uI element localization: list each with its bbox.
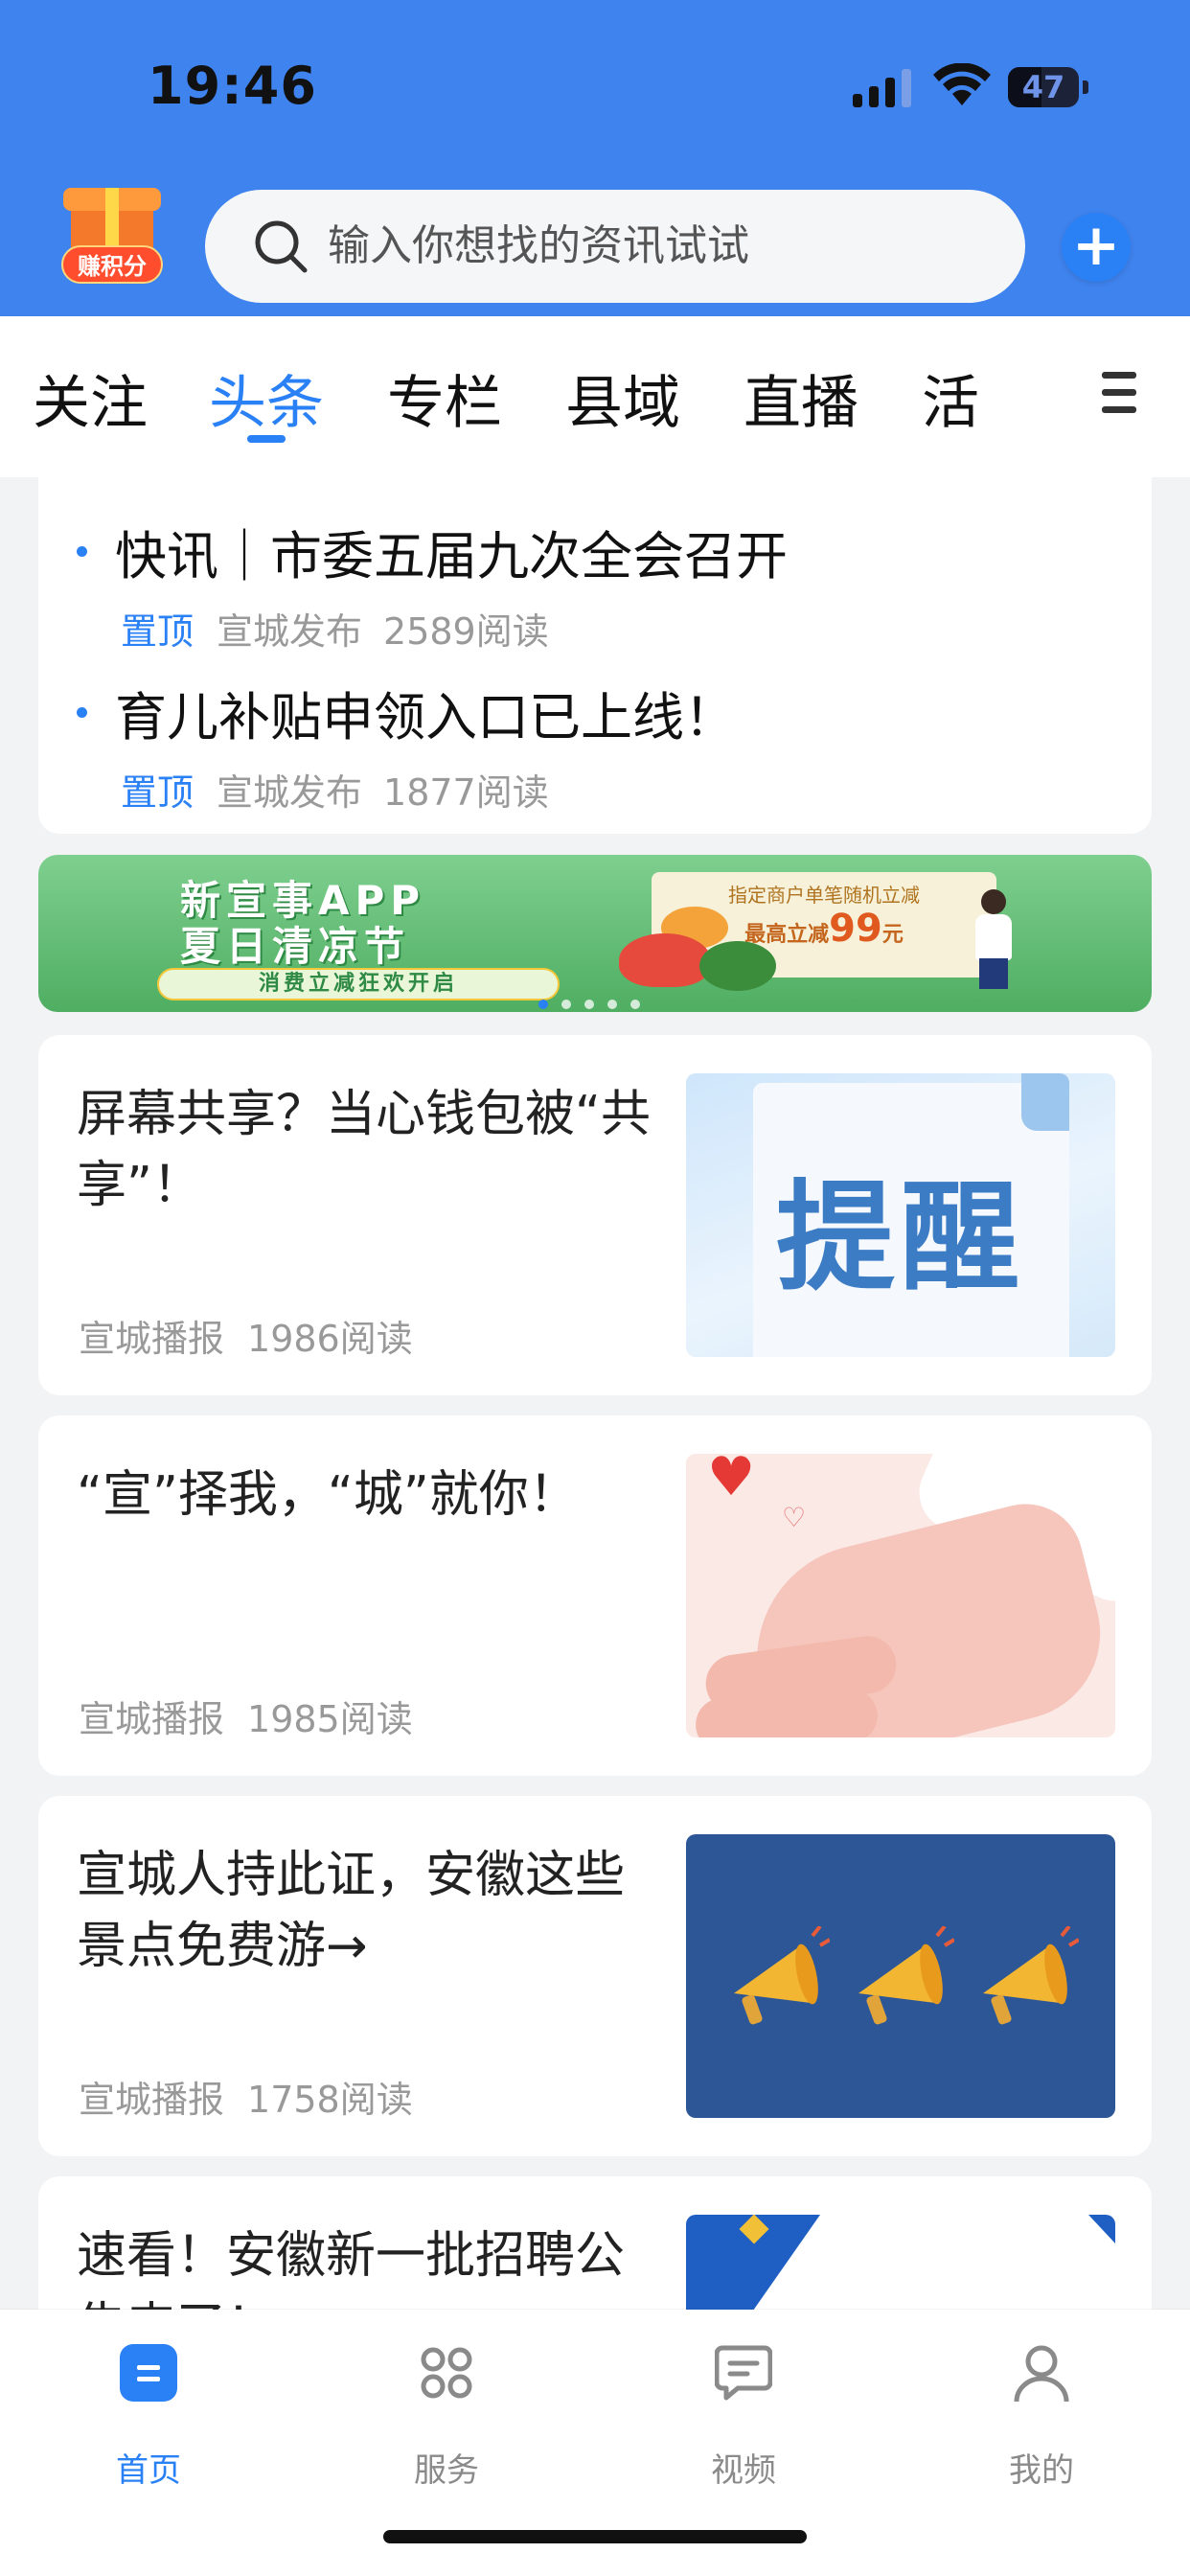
status-time: 19:46	[148, 56, 317, 116]
cellular-signal-icon	[853, 69, 911, 107]
news-card[interactable]: 宣城人持此证，安徽这些景点免费游→ 宣城播报 1758阅读	[38, 1796, 1152, 2156]
news-card[interactable]: “宣”择我，“城”就你！ 宣城播报 1985阅读 ♥ ♡	[38, 1415, 1152, 1776]
bullet-dot	[77, 546, 87, 557]
search-icon	[255, 220, 308, 273]
home-icon	[120, 2344, 177, 2402]
pinned-title: 育儿补贴申领入口已上线！	[115, 687, 736, 748]
tab-follow[interactable]: 关注	[33, 356, 148, 440]
melon-graphic	[699, 941, 776, 991]
video-icon	[715, 2345, 772, 2401]
watermelon-graphic	[619, 933, 711, 987]
add-button[interactable]: +	[1062, 213, 1131, 282]
news-meta: 宣城播报 1986阅读	[79, 1309, 413, 1362]
pinned-news-card: 快讯｜市委五届九次全会召开 置顶 宣城发布 2589阅读 育儿补贴申领入口已上线！ …	[38, 477, 1152, 834]
tabbar-profile[interactable]: 我的	[965, 2338, 1118, 2490]
megaphone-icon	[983, 1926, 1079, 2025]
megaphone-icon	[858, 1926, 954, 2025]
news-meta: 宣城播报 1758阅读	[79, 2070, 413, 2123]
news-source: 宣城播报	[79, 1698, 225, 1740]
carousel-dot	[561, 1000, 571, 1009]
tabbar-label: 服务	[414, 2451, 479, 2490]
news-source: 宣城发布	[217, 771, 363, 814]
carousel-dot	[584, 1000, 594, 1009]
wifi-icon	[933, 63, 991, 105]
read-count: 1985阅读	[247, 1698, 413, 1740]
app-header: 19:46 47 赚积分 输入你想找的资讯试试 +	[0, 0, 1190, 316]
earn-points-button[interactable]: 赚积分	[56, 188, 169, 293]
home-indicator	[383, 2530, 807, 2543]
read-count: 2589阅读	[383, 610, 549, 653]
battery-level: 47	[1021, 69, 1065, 105]
carousel-dot-active	[538, 1000, 548, 1009]
heart-icon: ♥	[707, 1454, 756, 1508]
read-count: 1986阅读	[247, 1318, 413, 1360]
channel-menu-icon[interactable]	[1102, 372, 1136, 424]
heart-outline-icon: ♡	[782, 1502, 807, 1533]
news-thumbnail: 提醒	[686, 1073, 1115, 1357]
tab-columns[interactable]: 专栏	[387, 356, 502, 440]
tab-activities[interactable]: 活	[922, 356, 979, 440]
news-card[interactable]: 屏幕共享？当心钱包被“共享”！ 宣城播报 1986阅读 提醒	[38, 1035, 1152, 1395]
news-source: 宣城播报	[79, 1318, 225, 1360]
channel-tabs: 关注 头条 专栏 县域 直播 活	[0, 316, 1190, 477]
news-title: “宣”择我，“城”就你！	[77, 1466, 579, 1524]
tabbar-video[interactable]: 视频	[667, 2338, 820, 2490]
tabbar-label: 首页	[116, 2451, 181, 2490]
read-count: 1758阅读	[247, 2079, 413, 2121]
pinned-meta: 置顶 宣城发布 2589阅读	[121, 602, 549, 655]
carousel-dots	[538, 995, 653, 1012]
tabbar-label: 视频	[711, 2451, 776, 2490]
search-input[interactable]: 输入你想找的资讯试试	[205, 190, 1025, 303]
news-title: 屏幕共享？当心钱包被“共享”！	[77, 1086, 651, 1214]
news-meta: 宣城播报 1985阅读	[79, 1690, 413, 1742]
pinned-tag: 置顶	[121, 771, 195, 814]
pinned-meta: 置顶 宣城发布 1877阅读	[121, 763, 549, 816]
bullet-dot	[77, 707, 87, 718]
news-thumbnail	[686, 1834, 1115, 2118]
pinned-title: 快讯｜市委五届九次全会召开	[115, 526, 788, 586]
active-tab-indicator	[247, 435, 286, 443]
megaphone-icon	[734, 1926, 830, 2025]
news-source: 宣城发布	[217, 610, 363, 653]
news-title: 宣城人持此证，安徽这些景点免费游→	[77, 1847, 626, 1975]
earn-points-label: 赚积分	[61, 245, 163, 284]
pinned-tag: 置顶	[121, 610, 195, 653]
tabbar-services[interactable]: 服务	[370, 2338, 523, 2490]
tab-live[interactable]: 直播	[744, 356, 858, 440]
carousel-dot	[630, 1000, 640, 1009]
read-count: 1877阅读	[383, 771, 549, 814]
carousel-dot	[607, 1000, 617, 1009]
tabbar-home[interactable]: 首页	[72, 2338, 225, 2490]
battery-icon: 47	[1008, 67, 1079, 107]
battery-cap	[1083, 80, 1088, 94]
search-placeholder: 输入你想找的资讯试试	[328, 221, 749, 270]
news-source: 宣城播报	[79, 2079, 225, 2121]
news-thumbnail: ♥ ♡	[686, 1454, 1115, 1737]
shopper-illustration	[970, 889, 1018, 995]
profile-icon	[1014, 2345, 1069, 2403]
promo-banner[interactable]: 新宣事APP 夏日清凉节 消费立减狂欢开启 指定商户单笔随机立减 最高立减99元	[38, 855, 1152, 1012]
tab-headlines[interactable]: 头条	[209, 356, 324, 440]
banner-offer-note: 指定商户单笔随机立减	[728, 884, 920, 907]
tabbar-label: 我的	[1009, 2451, 1074, 2490]
reminder-text: 提醒	[775, 1168, 1025, 1307]
services-icon	[421, 2347, 472, 2399]
banner-title-2: 夏日清凉节	[180, 923, 411, 970]
tab-county[interactable]: 县域	[565, 356, 680, 440]
banner-subtitle: 消费立减狂欢开启	[157, 968, 560, 1000]
